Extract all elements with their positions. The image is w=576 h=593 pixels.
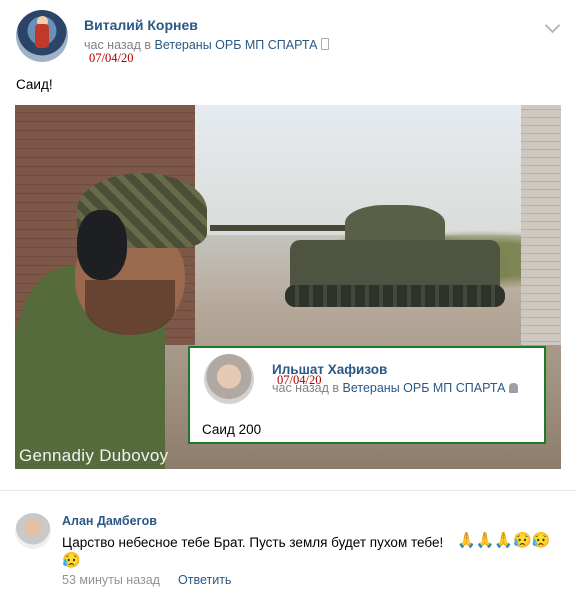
android-icon	[509, 383, 519, 393]
headphone-icon	[77, 210, 127, 280]
post-text: Саид!	[16, 77, 53, 92]
quoted-post: Ильшат Хафизов час назад в Ветераны ОРБ …	[188, 346, 546, 444]
avatar-figure	[35, 24, 49, 48]
photo-watermark: Gennadiy Dubovoy	[19, 446, 169, 465]
post-time[interactable]: час назад в	[84, 38, 151, 52]
comment-author-avatar[interactable]	[15, 513, 51, 549]
soldier-beard	[85, 280, 175, 335]
reply-link[interactable]: Ответить	[178, 573, 231, 587]
post-group-link[interactable]: Ветераны ОРБ МП СПАРТА	[154, 38, 317, 52]
post-header: Виталий Корнев час назад в Ветераны ОРБ …	[0, 0, 576, 70]
comment-author-link[interactable]: Алан Дамбегов	[62, 514, 157, 528]
tank-barrel	[210, 225, 350, 231]
date-stamp: 07/04/20	[89, 51, 134, 65]
quoted-group-link[interactable]: Ветераны ОРБ МП СПАРТА	[342, 381, 505, 395]
quoted-date-stamp: 07/04/20	[277, 373, 322, 387]
post-meta: час назад в Ветераны ОРБ МП СПАРТА	[84, 38, 330, 52]
post-author-link[interactable]: Виталий Корнев	[84, 17, 198, 33]
author-avatar[interactable]	[16, 10, 68, 62]
chevron-down-icon[interactable]	[544, 17, 561, 34]
quoted-text: Саид 200	[202, 422, 262, 437]
comment-emoji-line2: 😥	[62, 552, 81, 569]
tank-tracks	[285, 285, 505, 307]
divider	[0, 490, 576, 491]
phone-icon	[321, 38, 330, 50]
quoted-author-avatar[interactable]	[204, 354, 254, 404]
comment-emojis: 🙏🙏🙏😥😥	[457, 532, 551, 549]
comment-time[interactable]: 53 минуты назад	[62, 573, 160, 587]
